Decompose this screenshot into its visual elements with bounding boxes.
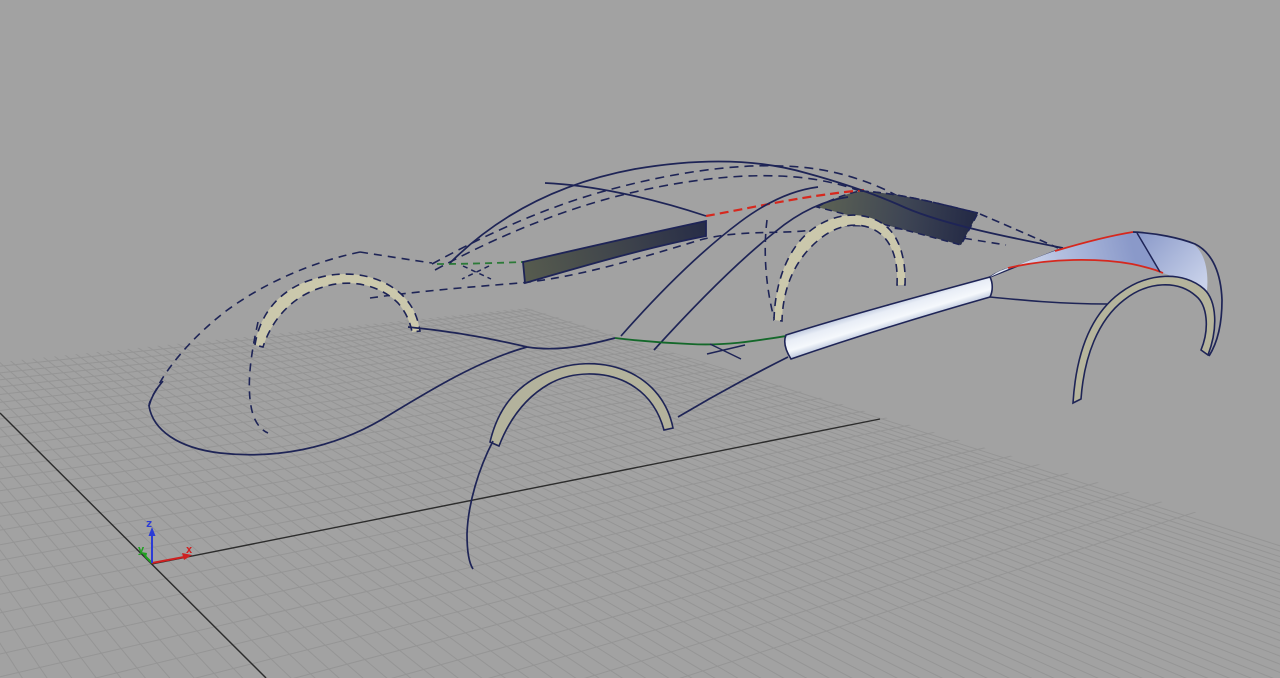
grid-line [0,8,1220,678]
green-sill-curve[interactable] [615,336,786,344]
construction-x-solid-a[interactable] [707,345,745,354]
glass-band-surface[interactable] [523,221,706,283]
axis-label-z: z [146,517,153,530]
rear-arch-band[interactable] [1073,276,1215,403]
far-profile-dashed-right[interactable] [360,252,432,263]
nose-tip[interactable] [149,381,163,406]
windshield-header[interactable] [545,183,706,216]
world-y-axis-line [0,413,266,678]
rocker-line-rear[interactable] [990,297,1107,304]
world-axis-lines [0,413,880,678]
viewport-canvas[interactable]: z y x [0,0,1280,678]
3d-viewport[interactable]: z y x [0,0,1280,678]
axis-arrow-x [152,557,184,563]
rocker-tube-surface[interactable] [785,277,992,359]
